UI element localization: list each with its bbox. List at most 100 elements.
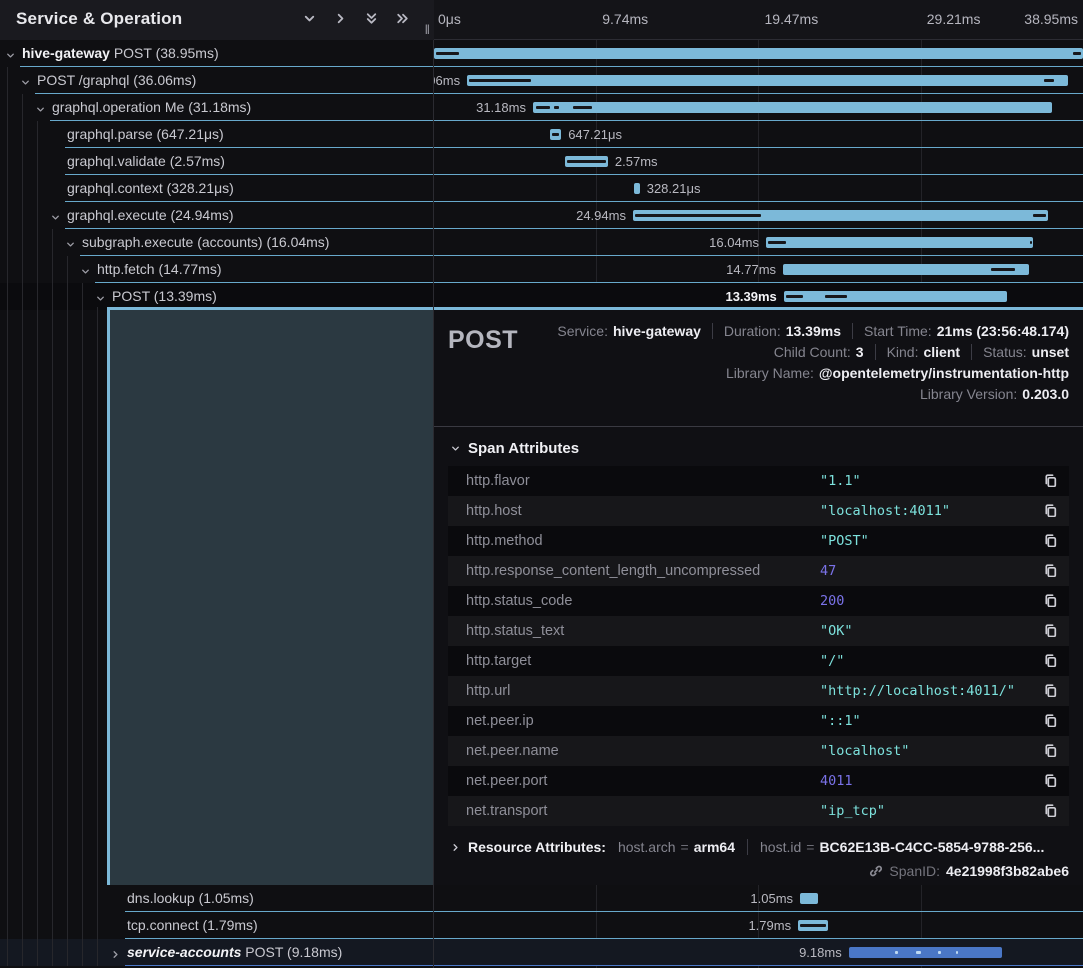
indent-guides: [0, 939, 105, 966]
expand-one-icon[interactable]: [333, 11, 348, 26]
copy-icon[interactable]: [1043, 683, 1057, 697]
meta-value: 21ms (23:56:48.174): [937, 323, 1069, 339]
span-row[interactable]: POST /graphql (36.06ms)36.06ms: [0, 67, 1083, 94]
attribute-key: http.flavor: [466, 473, 530, 489]
span-bar[interactable]: [634, 183, 640, 194]
span-label: subgraph.execute (accounts) (16.04ms): [82, 234, 329, 250]
span-duration-label: 13.39ms: [725, 289, 776, 304]
copy-icon[interactable]: [1043, 743, 1057, 757]
copy-icon[interactable]: [1043, 533, 1057, 547]
timeline-tick: 29.21ms: [927, 11, 981, 27]
pane-divider[interactable]: [433, 0, 434, 968]
span-name-cell: subgraph.execute (accounts) (16.04ms): [0, 229, 433, 256]
collapse-one-icon[interactable]: [302, 11, 317, 26]
span-bar[interactable]: [849, 947, 1002, 958]
span-row[interactable]: subgraph.execute (accounts) (16.04ms)16.…: [0, 229, 1083, 256]
copy-icon[interactable]: [1043, 623, 1057, 637]
meta-value: 13.39ms: [786, 323, 841, 339]
span-duration-label: 1.05ms: [750, 891, 793, 906]
span-row[interactable]: graphql.validate (2.57ms)2.57ms: [0, 148, 1083, 175]
span-bar[interactable]: [798, 920, 828, 931]
span-bar[interactable]: [633, 210, 1048, 221]
span-bar-cell: 328.21μs: [434, 175, 1083, 202]
span-name-cell: graphql.execute (24.94ms): [0, 202, 433, 229]
span-row[interactable]: tcp.connect (1.79ms)1.79ms: [0, 912, 1083, 939]
span-duration-label: 9.18ms: [799, 945, 842, 960]
resource-attributes-row[interactable]: Resource Attributes: host.arch = arm64 h…: [450, 839, 1069, 855]
copy-icon[interactable]: [1043, 653, 1057, 667]
attribute-key: http.target: [466, 653, 531, 669]
collapse-all-icon[interactable]: [364, 11, 379, 26]
copy-icon[interactable]: [1043, 503, 1057, 517]
caret-down-icon[interactable]: [65, 237, 76, 255]
attribute-key: http.host: [466, 503, 522, 519]
attribute-row: http.flavor"1.1": [448, 466, 1069, 496]
attribute-key: http.method: [466, 533, 543, 549]
indent-guides: [0, 202, 45, 229]
span-bar[interactable]: [434, 48, 1083, 59]
timeline-tick: 19.47ms: [765, 11, 819, 27]
span-rows-bottom: dns.lookup (1.05ms) 1.05ms tcp.connect (1.…: [0, 885, 1083, 966]
span-label: dns.lookup (1.05ms): [127, 890, 254, 906]
attribute-row: http.target"/": [448, 646, 1069, 676]
span-detail-title: POST: [448, 326, 518, 355]
copy-icon[interactable]: [1043, 563, 1057, 577]
attribute-row: http.host"localhost:4011": [448, 496, 1069, 526]
copy-icon[interactable]: [1043, 593, 1057, 607]
child-span-tick: [573, 106, 591, 109]
span-row[interactable]: graphql.parse (647.21μs)647.21μs: [0, 121, 1083, 148]
span-meta-item: Library Name:@opentelemetry/instrumentat…: [726, 365, 1069, 381]
pane-resize-handle[interactable]: ‖: [425, 22, 431, 37]
span-bar[interactable]: [766, 237, 1033, 248]
span-row[interactable]: dns.lookup (1.05ms) 1.05ms: [0, 885, 1083, 912]
meta-label: Child Count:: [774, 344, 851, 360]
span-bar[interactable]: [467, 75, 1068, 86]
expand-all-icon[interactable]: [395, 11, 410, 26]
caret-down-icon[interactable]: [50, 210, 61, 228]
span-id-label: SpanID:: [889, 863, 940, 879]
span-bar[interactable]: [800, 893, 818, 904]
indent-guides: [0, 885, 105, 912]
span-row[interactable]: service-accounts POST (9.18ms)9.18ms: [0, 939, 1083, 966]
span-detail-panel: POST Service:hive-gatewayDuration:13.39m…: [107, 307, 1083, 885]
caret-down-icon[interactable]: [20, 75, 31, 93]
span-row[interactable]: POST (13.39ms)13.39ms: [0, 283, 1083, 310]
service-operation-header: Service & Operation ‖: [0, 0, 434, 40]
copy-icon[interactable]: [1043, 803, 1057, 817]
span-bar[interactable]: [533, 102, 1052, 113]
span-row[interactable]: graphql.execute (24.94ms)24.94ms: [0, 202, 1083, 229]
copy-icon[interactable]: [1043, 713, 1057, 727]
child-span-tick: [768, 241, 786, 244]
span-name-cell: graphql.operation Me (31.18ms): [0, 94, 433, 121]
child-span-tick: [938, 951, 941, 954]
span-bar[interactable]: [784, 291, 1007, 302]
span-underline: [80, 255, 1083, 256]
span-attributes-header[interactable]: Span Attributes: [450, 440, 1083, 457]
copy-icon[interactable]: [1043, 473, 1057, 487]
span-bar[interactable]: [565, 156, 608, 167]
span-bar[interactable]: [783, 264, 1029, 275]
caret-down-icon[interactable]: [35, 102, 46, 120]
link-icon[interactable]: [869, 864, 883, 878]
span-bar[interactable]: [550, 129, 561, 140]
attribute-key: net.transport: [466, 803, 547, 819]
copy-icon[interactable]: [1043, 773, 1057, 787]
caret-down-icon[interactable]: [5, 48, 16, 66]
indent-guides: [0, 148, 45, 175]
attribute-value: 200: [820, 593, 844, 609]
span-row[interactable]: http.fetch (14.77ms)14.77ms: [0, 256, 1083, 283]
caret-down-icon[interactable]: [80, 264, 91, 282]
span-row[interactable]: hive-gateway POST (38.95ms)38.95ms: [0, 40, 1083, 67]
span-row[interactable]: graphql.operation Me (31.18ms)31.18ms: [0, 94, 1083, 121]
service-operation-title: Service & Operation: [16, 9, 182, 29]
child-span-tick: [554, 106, 559, 109]
span-detail-indent-area: [107, 310, 434, 885]
span-name-cell: graphql.validate (2.57ms): [0, 148, 433, 175]
timeline-tick: 9.74ms: [602, 11, 648, 27]
meta-value: hive-gateway: [613, 323, 701, 339]
caret-right-icon[interactable]: [110, 947, 121, 965]
span-detail-content: POST Service:hive-gatewayDuration:13.39m…: [434, 310, 1083, 885]
child-span-tick: [1033, 214, 1047, 217]
span-row[interactable]: graphql.context (328.21μs)328.21μs: [0, 175, 1083, 202]
span-underline: [125, 965, 1083, 966]
